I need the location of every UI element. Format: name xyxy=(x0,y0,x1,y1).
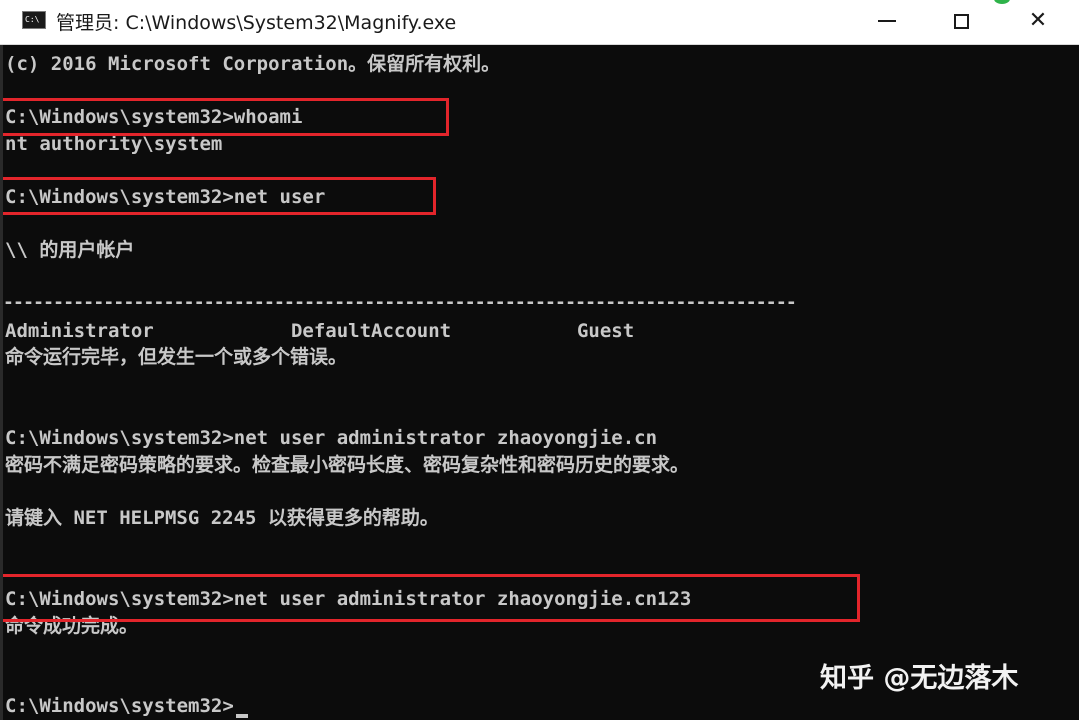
console-line-out-whoami: nt authority\system xyxy=(5,133,223,155)
title-bar[interactable]: C:\ 管理员: C:\Windows\System32\Magnify.exe… xyxy=(0,0,1079,45)
prompt-text: C:\Windows\system32> xyxy=(5,695,234,717)
console-line-cmd-net-user: C:\Windows\system32>net user xyxy=(5,186,326,208)
console-line-accounts-row: Administrator DefaultAccount Guest xyxy=(5,320,635,342)
text-cursor xyxy=(235,714,248,718)
console-line-pw-policy-error: 密码不满足密码策略的要求。检查最小密码长度、密码复杂性和密码历史的要求。 xyxy=(5,454,690,476)
console-window: C:\ 管理员: C:\Windows\System32\Magnify.exe… xyxy=(0,0,1079,720)
console-line-error: 命令运行完毕，但发生一个或多个错误。 xyxy=(5,346,348,368)
watermark-text: 知乎 @无边落木 xyxy=(820,663,1019,694)
console-line-separator: ----------------------------------------… xyxy=(3,292,797,313)
window-left-edge xyxy=(0,45,3,720)
console-line-cmd-set-pw1: C:\Windows\system32>net user administrat… xyxy=(5,427,658,449)
console-line-cmd-set-pw2: C:\Windows\system32>net user administrat… xyxy=(5,588,692,610)
window-title: 管理员: C:\Windows\System32\Magnify.exe xyxy=(56,12,457,34)
console-output[interactable]: (c) 2016 Microsoft Corporation。保留所有权利。 C… xyxy=(0,45,1079,720)
console-line-cmd-whoami: C:\Windows\system32>whoami xyxy=(5,106,303,128)
maximize-icon xyxy=(953,13,969,29)
cmd-app-icon[interactable]: C:\ xyxy=(22,11,46,29)
minimize-button[interactable] xyxy=(852,0,922,44)
minimize-icon xyxy=(878,20,896,22)
console-line-prompt: C:\Windows\system32> xyxy=(5,693,248,719)
console-line-accounts-header: \\ 的用户帐户 xyxy=(5,239,135,261)
console-line-copyright: (c) 2016 Microsoft Corporation。保留所有权利。 xyxy=(5,53,501,75)
console-line-success: 命令成功完成。 xyxy=(5,615,139,637)
console-line-helpmsg: 请键入 NET HELPMSG 2245 以获得更多的帮助。 xyxy=(5,507,439,529)
close-button[interactable]: ✕ xyxy=(1003,0,1073,44)
maximize-button[interactable] xyxy=(926,0,996,44)
